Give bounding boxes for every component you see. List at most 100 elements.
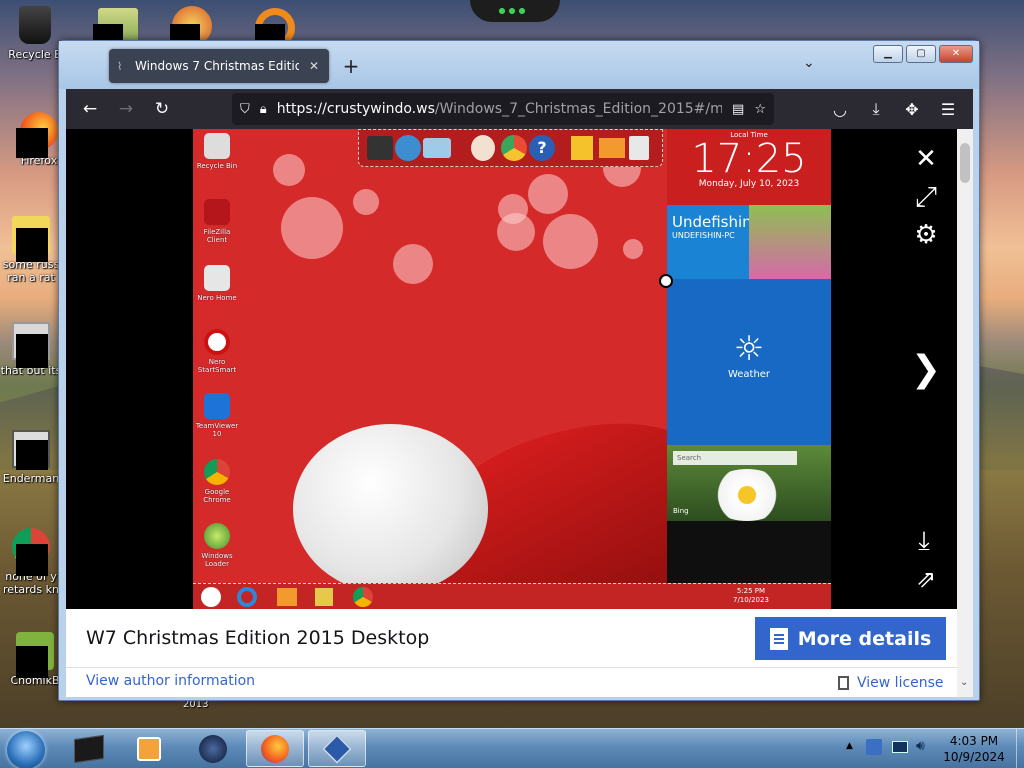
firefox-window[interactable]: ⌇ Windows 7 Christmas Edition 2015 ✕ + ⌄… (58, 40, 980, 701)
tray-volume-icon[interactable]: 🔊︎ (916, 738, 925, 754)
bing-tile[interactable]: Search Bing (667, 445, 831, 521)
bookmark-star-icon[interactable]: ☆ (754, 102, 766, 117)
shot-icon-nero-startsmart[interactable]: Nero StartSmart (193, 329, 241, 374)
bokeh-dot (623, 239, 643, 259)
bokeh-dot (497, 213, 535, 251)
shot-icon-label: TeamViewer 10 (195, 422, 239, 438)
taskbar-clock[interactable]: 4:03 PM 10/9/2024 (934, 733, 1014, 765)
list-all-tabs-button[interactable]: ⌄ (803, 55, 815, 71)
tracking-protection-icon[interactable]: ⛉ (240, 102, 250, 117)
show-hidden-icons-button[interactable]: ▲ (846, 741, 853, 751)
chrome-icon (204, 459, 230, 485)
back-button[interactable]: ← (74, 93, 106, 125)
hat-pompom (293, 424, 488, 594)
shot-icon-filezilla[interactable]: FileZilla Client (193, 199, 241, 244)
mouse-cursor-icon (659, 274, 673, 288)
shot-icon-nero-home[interactable]: Nero Home (193, 265, 241, 302)
shot-ie-icon[interactable] (237, 587, 257, 607)
bin-icon[interactable] (629, 136, 649, 160)
tab-active[interactable]: ⌇ Windows 7 Christmas Edition 2015 ✕ (109, 49, 329, 83)
scroll-down-arrow-icon[interactable]: ⌄ (960, 677, 968, 688)
reader-view-icon[interactable]: ▤ (732, 102, 744, 117)
shot-icon-label: Nero StartSmart (197, 358, 237, 374)
toolbar-icon[interactable] (367, 136, 393, 160)
clock-tile[interactable]: Local Time 17:25 Monday, July 10, 2023 (667, 129, 831, 205)
viewer-fullscreen-button[interactable]: ⤢ (906, 177, 946, 217)
shot-media-icon[interactable] (315, 588, 333, 606)
viewer-next-button[interactable]: ❯ (906, 349, 946, 390)
view-license-label: View license (857, 675, 944, 691)
shot-clock-date: 7/10/2023 (733, 596, 769, 604)
desktop-icon-recycle-bin[interactable]: Recycle B (4, 6, 66, 61)
menu-icon[interactable]: ☰ (932, 93, 964, 125)
reload-button[interactable]: ↻ (146, 93, 178, 125)
taskbar-media-player[interactable] (120, 730, 178, 767)
media-icon[interactable] (501, 135, 527, 161)
url-bar[interactable]: ⛉ 🔒︎ https://crustywindo.ws/Windows_7_Ch… (232, 93, 774, 125)
minimize-button[interactable]: ▁ (873, 45, 903, 63)
viewer-close-button[interactable]: ✕ (906, 139, 946, 179)
downloads-icon[interactable]: ⤓ (860, 93, 892, 125)
more-details-button[interactable]: More details (755, 617, 946, 660)
shot-icon-teamviewer[interactable]: TeamViewer 10 (193, 393, 241, 438)
view-author-link[interactable]: View author information (86, 673, 255, 689)
shot-taskbar[interactable]: 5:25 PM 7/10/2023 (193, 583, 831, 609)
viewer-download-button[interactable]: ⤓ (904, 521, 944, 561)
tray-flag-icon[interactable] (866, 739, 882, 755)
url-text[interactable]: https://crustywindo.ws/Windows_7_Christm… (277, 101, 722, 117)
top-icon-bar[interactable]: ? (358, 129, 663, 167)
network-icon[interactable] (423, 138, 451, 158)
close-window-button[interactable]: ✕ (939, 45, 973, 63)
taskbar-virtualbox[interactable] (308, 730, 366, 767)
lock-icon[interactable]: 🔒︎ (260, 102, 267, 117)
license-icon (838, 676, 849, 690)
forward-button[interactable]: → (110, 93, 142, 125)
show-desktop-button[interactable] (1016, 729, 1024, 768)
start-button[interactable] (7, 731, 45, 768)
vertical-scrollbar[interactable]: ⌄ (957, 129, 973, 697)
help-icon[interactable]: ? (529, 135, 555, 161)
shot-icon-windows-loader[interactable]: Windows Loader (193, 523, 241, 568)
tab-close-button[interactable]: ✕ (307, 59, 321, 73)
taskbar-settings-orb[interactable] (184, 730, 242, 767)
redaction-box (16, 544, 48, 576)
viewer-share-button[interactable]: ⇗ (906, 559, 946, 599)
redaction-box (16, 334, 48, 368)
maximize-button[interactable]: ▢ (906, 45, 936, 63)
page-content: ? Recycle Bin FileZilla Client Nero Home… (66, 129, 973, 697)
new-tab-button[interactable]: + (341, 54, 361, 78)
butterfly-photo-tile[interactable] (749, 205, 831, 279)
shot-icon-recycle-bin[interactable]: Recycle Bin (193, 133, 241, 170)
tab-title: Windows 7 Christmas Edition 2015 (135, 59, 299, 73)
pocket-icon[interactable]: ◡ (824, 93, 856, 125)
terminal-icon (74, 734, 104, 763)
snowman-icon[interactable] (471, 135, 495, 161)
desktop-icon-label: Enderman (2, 472, 60, 485)
taskbar-firefox[interactable] (246, 730, 304, 767)
view-license-link[interactable]: View license (838, 675, 944, 691)
user-tile[interactable]: Undefishin UNDEFISHIN-PC (667, 205, 752, 279)
folder-icon[interactable] (599, 138, 625, 158)
tray-network-icon[interactable] (892, 741, 908, 753)
filezilla-icon (204, 199, 230, 225)
gift-icon[interactable] (571, 136, 593, 160)
taskbar-terminal[interactable] (60, 730, 118, 767)
shot-icon-label: FileZilla Client (203, 228, 231, 244)
windows-loader-icon (204, 523, 230, 549)
globe-icon[interactable] (395, 135, 421, 161)
shot-clock[interactable]: 5:25 PM 7/10/2023 (733, 587, 769, 605)
shot-chrome-icon[interactable] (353, 587, 373, 607)
scrollbar-thumb[interactable] (960, 143, 970, 183)
bing-search-box[interactable]: Search (673, 451, 797, 465)
page-favicon-icon: ⌇ (117, 60, 123, 73)
extensions-icon[interactable]: ✥ (896, 93, 928, 125)
weather-tile[interactable]: ☼ Weather (667, 279, 831, 445)
title-bar[interactable]: ⌇ Windows 7 Christmas Edition 2015 ✕ + ⌄… (59, 41, 979, 89)
media-image[interactable]: ? Recycle Bin FileZilla Client Nero Home… (193, 129, 831, 609)
shot-folder-icon[interactable] (277, 588, 297, 606)
shot-icon-label: Nero Home (197, 294, 237, 302)
viewer-settings-button[interactable]: ⚙ (906, 215, 946, 255)
taskbar: ▲ 🔊︎ 4:03 PM 10/9/2024 (0, 728, 1024, 768)
shot-start-orb-icon[interactable] (201, 587, 221, 607)
shot-icon-chrome[interactable]: Google Chrome (193, 459, 241, 504)
